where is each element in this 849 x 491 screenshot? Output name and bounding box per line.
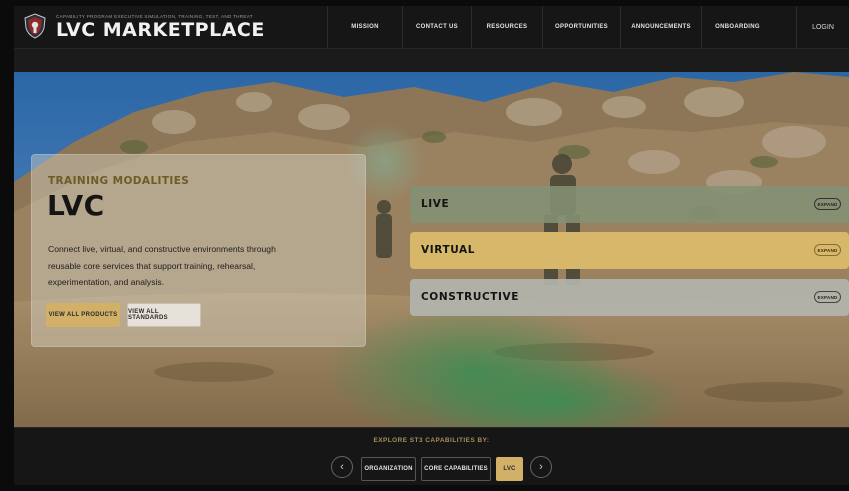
explore-label: EXPLORE ST3 CAPABILITIES BY: xyxy=(373,437,490,444)
card-title: LVC xyxy=(47,189,105,222)
nav-mission[interactable]: MISSION xyxy=(327,6,402,48)
accordion-live[interactable]: LIVE EXPAND xyxy=(410,186,849,223)
shield-logo-icon[interactable] xyxy=(24,13,46,39)
view-all-products-button[interactable]: VIEW ALL PRODUCTS xyxy=(46,303,120,327)
filter-organization[interactable]: ORGANIZATION xyxy=(361,457,416,481)
nav-contact-us[interactable]: CONTACT US xyxy=(402,6,471,48)
accordion-virtual[interactable]: VIRTUAL EXPAND xyxy=(410,232,849,269)
chevron-right-icon: › xyxy=(539,461,543,473)
main-nav: MISSION CONTACT US RESOURCES OPPORTUNITI… xyxy=(327,6,773,48)
accordion-constructive[interactable]: CONSTRUCTIVE EXPAND xyxy=(410,279,849,316)
nav-announcements[interactable]: ANNOUNCEMENTS xyxy=(620,6,701,48)
accordion-virtual-label: VIRTUAL xyxy=(421,244,476,256)
explore-footer: EXPLORE ST3 CAPABILITIES BY: ‹ ORGANIZAT… xyxy=(14,427,849,485)
training-modalities-card: TRAINING MODALITIES LVC Connect live, vi… xyxy=(31,154,366,347)
next-arrow-button[interactable]: › xyxy=(530,456,552,478)
card-description: Connect live, virtual, and constructive … xyxy=(48,244,276,287)
nav-onboarding[interactable]: ONBOARDING xyxy=(701,6,773,48)
page-frame: CAPABILITY PROGRAM EXECUTIVE SIMULATION,… xyxy=(14,6,849,485)
view-all-standards-button[interactable]: VIEW ALL STANDARDS xyxy=(127,303,201,327)
expand-live-button[interactable]: EXPAND xyxy=(814,198,841,210)
nav-opportunities[interactable]: OPPORTUNITIES xyxy=(542,6,620,48)
filter-core-capabilities[interactable]: CORE CAPABILITIES xyxy=(421,457,491,481)
accordion-live-label: LIVE xyxy=(421,198,450,210)
card-eyebrow: TRAINING MODALITIES xyxy=(48,175,190,187)
login-link[interactable]: LOGIN xyxy=(796,6,849,48)
header-sub-bar xyxy=(14,49,849,72)
site-title[interactable]: LVC MARKETPLACE xyxy=(56,19,265,41)
filter-lvc[interactable]: LVC xyxy=(496,457,523,481)
expand-virtual-button[interactable]: EXPAND xyxy=(814,244,841,256)
chevron-left-icon: ‹ xyxy=(340,461,344,473)
accordion-constructive-label: CONSTRUCTIVE xyxy=(421,291,520,303)
site-header: CAPABILITY PROGRAM EXECUTIVE SIMULATION,… xyxy=(14,6,849,49)
nav-resources[interactable]: RESOURCES xyxy=(471,6,542,48)
prev-arrow-button[interactable]: ‹ xyxy=(331,456,353,478)
expand-constructive-button[interactable]: EXPAND xyxy=(814,291,841,303)
